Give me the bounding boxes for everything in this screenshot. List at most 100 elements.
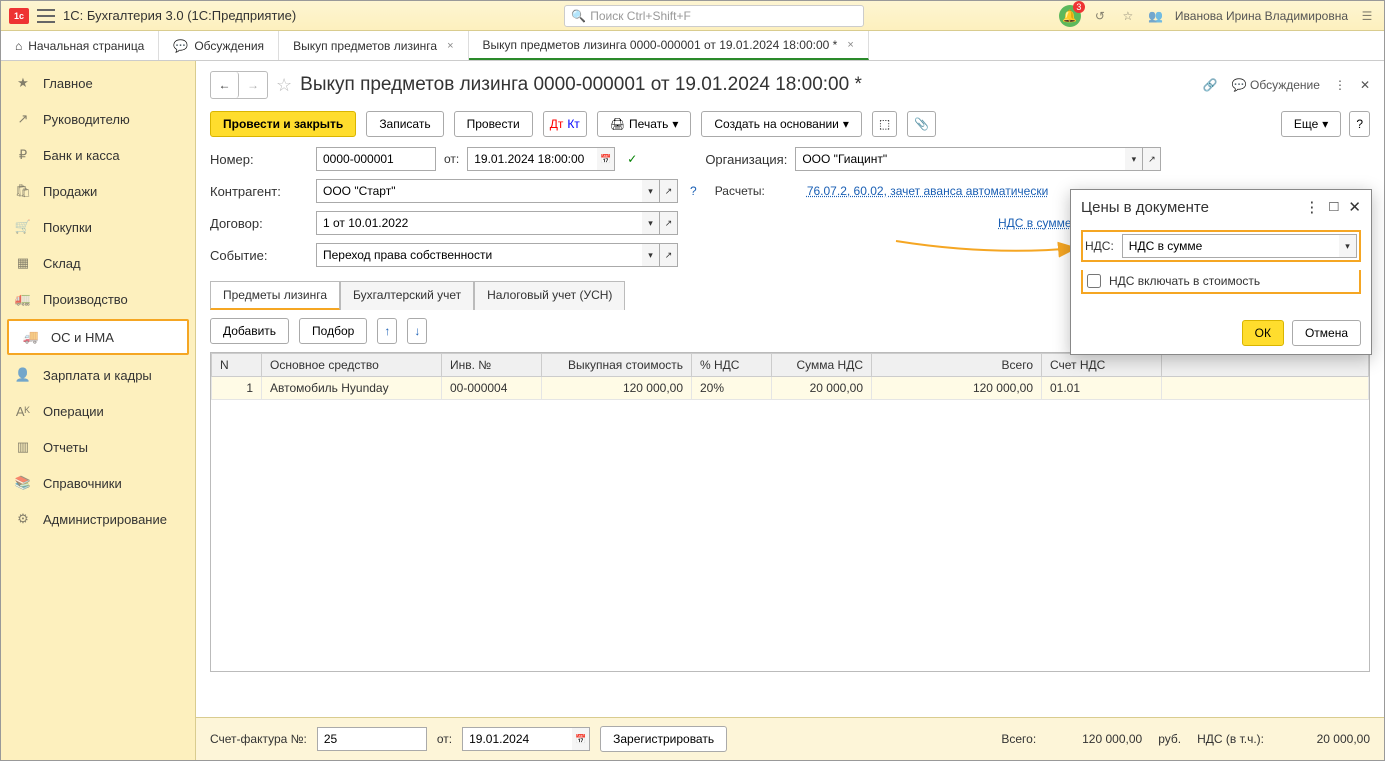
subtab-tax[interactable]: Налоговый учет (УСН) — [474, 281, 625, 310]
col-vatsum[interactable]: Сумма НДС — [772, 354, 872, 377]
attach-button[interactable]: 📎 — [907, 111, 936, 137]
from-label: от: — [444, 152, 459, 166]
search-input[interactable]: 🔍 Поиск Ctrl+Shift+F — [564, 5, 864, 27]
col-acct[interactable]: Счет НДС — [1042, 354, 1162, 377]
tab-home[interactable]: ⌂Начальная страница — [1, 31, 159, 60]
contr-input[interactable] — [316, 179, 642, 203]
user-icon[interactable]: 👥 — [1147, 7, 1165, 25]
open-icon[interactable]: ↗ — [1143, 147, 1161, 171]
sidebar-item-warehouse[interactable]: ▦Склад — [1, 245, 195, 281]
menu-icon[interactable] — [37, 9, 55, 23]
help-icon[interactable]: ? — [690, 184, 697, 198]
open-icon[interactable]: ↗ — [660, 179, 678, 203]
number-input[interactable] — [316, 147, 436, 171]
post-close-button[interactable]: Провести и закрыть — [210, 111, 356, 137]
sidebar-item-bank[interactable]: ₽Банк и касса — [1, 137, 195, 173]
popup-vat-select[interactable] — [1122, 234, 1339, 258]
col-asset[interactable]: Основное средство — [262, 354, 442, 377]
ok-button[interactable]: ОК — [1242, 320, 1284, 346]
subtab-items[interactable]: Предметы лизинга — [210, 281, 340, 310]
col-inv[interactable]: Инв. № — [442, 354, 542, 377]
tab-leasing-doc[interactable]: Выкуп предметов лизинга 0000-000001 от 1… — [469, 31, 869, 60]
favorite-icon[interactable]: ☆ — [276, 75, 292, 96]
tab-discussions[interactable]: 💬Обсуждения — [159, 31, 279, 60]
calendar-icon[interactable]: 📅 — [572, 727, 590, 751]
close-icon[interactable]: ✕ — [1360, 78, 1370, 92]
open-icon[interactable]: ↗ — [660, 211, 678, 235]
cancel-button[interactable]: Отмена — [1292, 320, 1361, 346]
edi-button[interactable]: ⬚ — [872, 111, 897, 137]
total-label: Всего: — [1001, 732, 1036, 746]
sidebar-item-assets[interactable]: 🚚ОС и НМА — [7, 319, 189, 355]
dropdown-icon[interactable]: ▾ — [1125, 147, 1143, 171]
more-icon[interactable]: ⋮ — [1334, 78, 1346, 92]
include-vat-label: НДС включать в стоимость — [1109, 274, 1260, 288]
sidebar-item-admin[interactable]: ⚙Администрирование — [1, 501, 195, 537]
items-table[interactable]: N Основное средство Инв. № Выкупная стои… — [210, 352, 1370, 672]
contr-label: Контрагент: — [210, 184, 308, 199]
sf-date-input[interactable] — [462, 727, 572, 751]
subtab-accounting[interactable]: Бухгалтерский учет — [340, 281, 474, 310]
col-n[interactable]: N — [212, 354, 262, 377]
history-icon[interactable]: ↺ — [1091, 7, 1109, 25]
org-label: Организация: — [705, 152, 787, 167]
star-icon[interactable]: ☆ — [1119, 7, 1137, 25]
add-button[interactable]: Добавить — [210, 318, 289, 344]
nav-forward-button[interactable]: → — [239, 72, 267, 98]
dropdown-icon[interactable]: ▾ — [642, 243, 660, 267]
vat-link[interactable]: НДС в сумме — [998, 216, 1072, 230]
dropdown-icon[interactable]: ▾ — [1339, 234, 1357, 258]
col-total[interactable]: Всего — [872, 354, 1042, 377]
org-input[interactable] — [795, 147, 1125, 171]
calc-link[interactable]: 76.07.2, 60.02, зачет аванса автоматичес… — [807, 184, 1048, 198]
save-button[interactable]: Записать — [366, 111, 443, 137]
move-down-button[interactable]: ↓ — [407, 318, 427, 344]
print-button[interactable]: 🖨 Печать ▾ — [597, 111, 692, 137]
close-icon[interactable]: ✕ — [1348, 198, 1361, 216]
link-icon[interactable]: 🔗 — [1203, 78, 1218, 92]
discuss-button[interactable]: 💬 Обсуждение — [1232, 78, 1320, 92]
dropdown-icon[interactable]: ▾ — [642, 211, 660, 235]
bell-icon[interactable]: 🔔 — [1059, 5, 1081, 27]
sidebar-item-reports[interactable]: ▥Отчеты — [1, 429, 195, 465]
sidebar-item-catalogs[interactable]: 📚Справочники — [1, 465, 195, 501]
sf-label: Счет-фактура №: — [210, 732, 307, 746]
more-icon[interactable]: ⋮ — [1304, 198, 1319, 216]
dropdown-icon[interactable]: ▾ — [642, 179, 660, 203]
date-input[interactable] — [467, 147, 597, 171]
sidebar-item-sales[interactable]: 🛍Продажи — [1, 173, 195, 209]
sidebar-item-operations[interactable]: AᴷОперации — [1, 393, 195, 429]
sidebar-item-manager[interactable]: ↗Руководителю — [1, 101, 195, 137]
col-cost[interactable]: Выкупная стоимость — [542, 354, 692, 377]
main-content: ← → ☆ Выкуп предметов лизинга 0000-00000… — [196, 61, 1384, 760]
help-button[interactable]: ? — [1349, 111, 1370, 137]
titlebar: 1c 1С: Бухгалтерия 3.0 (1С:Предприятие) … — [1, 1, 1384, 31]
close-icon[interactable]: × — [847, 39, 853, 51]
sf-number-input[interactable] — [317, 727, 427, 751]
calendar-icon[interactable]: 📅 — [597, 147, 615, 171]
sidebar-item-main[interactable]: ★Главное — [1, 65, 195, 101]
sidebar-item-production[interactable]: 🚛Производство — [1, 281, 195, 317]
dtkt-button[interactable]: ДтКт — [543, 111, 587, 137]
based-on-button[interactable]: Создать на основании ▾ — [701, 111, 862, 137]
col-vatpct[interactable]: % НДС — [692, 354, 772, 377]
register-button[interactable]: Зарегистрировать — [600, 726, 727, 752]
tab-leasing-list[interactable]: Выкуп предметов лизинга× — [279, 31, 468, 60]
sf-from-label: от: — [437, 732, 452, 746]
include-vat-checkbox[interactable] — [1087, 274, 1101, 288]
close-icon[interactable]: × — [447, 40, 453, 52]
move-up-button[interactable]: ↑ — [377, 318, 397, 344]
sidebar-item-purchases[interactable]: 🛒Покупки — [1, 209, 195, 245]
settings-icon[interactable]: ☰ — [1358, 7, 1376, 25]
event-input[interactable] — [316, 243, 642, 267]
sidebar-item-payroll[interactable]: 👤Зарплата и кадры — [1, 357, 195, 393]
contract-input[interactable] — [316, 211, 642, 235]
table-row[interactable]: 1 Автомобиль Hyunday 00-000004 120 000,0… — [212, 377, 1369, 400]
nav-back-button[interactable]: ← — [211, 72, 239, 98]
post-button[interactable]: Провести — [454, 111, 533, 137]
pick-button[interactable]: Подбор — [299, 318, 367, 344]
maximize-icon[interactable]: □ — [1329, 198, 1338, 216]
app-title: 1С: Бухгалтерия 3.0 (1С:Предприятие) — [63, 8, 296, 23]
more-button[interactable]: Еще ▾ — [1281, 111, 1341, 137]
open-icon[interactable]: ↗ — [660, 243, 678, 267]
